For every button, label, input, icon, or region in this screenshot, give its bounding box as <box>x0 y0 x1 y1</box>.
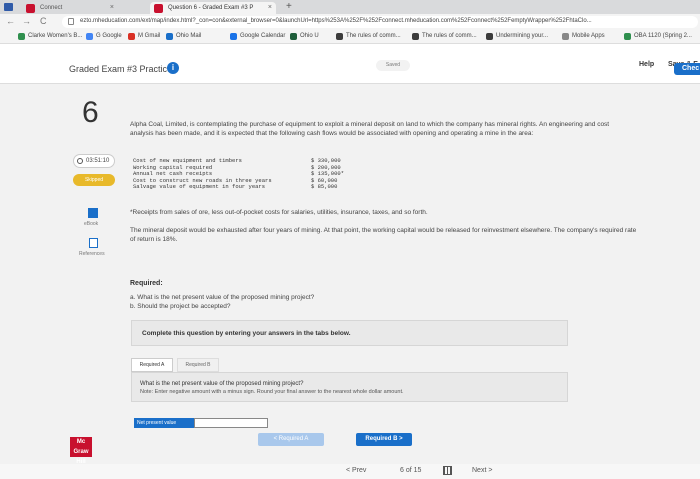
cash-flow-table: Cost of new equipment and timbers $ 330,0… <box>133 157 353 191</box>
timer: 03:51:10 <box>73 154 115 168</box>
tab-required-b[interactable]: Required B <box>177 358 219 372</box>
bookmark-item[interactable]: OBA 1120 (Spring 2... <box>624 33 692 40</box>
check-my-work-button[interactable]: Chec <box>674 63 700 75</box>
window-icon <box>4 3 13 11</box>
bookmark-item[interactable]: Clarke Women's B... <box>18 33 83 40</box>
back-arrow-icon[interactable]: ← <box>6 16 15 26</box>
skipped-badge: Skipped <box>73 174 115 186</box>
bookmark-label: Ohio U <box>300 33 319 39</box>
connect-favicon-icon <box>26 4 35 13</box>
tab-required-a[interactable]: Required A <box>131 358 173 372</box>
exam-header: Graded Exam #3 Practice i Saved Help Sav… <box>0 44 700 84</box>
bookmark-icon <box>562 33 569 40</box>
ebook-label[interactable]: eBook <box>84 221 98 227</box>
question-grid-icon[interactable] <box>443 466 452 475</box>
bookmark-label: Ohio Mail <box>176 33 202 39</box>
bookmark-item[interactable]: Mobile Apps <box>562 33 605 40</box>
bookmark-item[interactable]: M Gmail <box>128 33 161 40</box>
bookmark-label: OBA 1120 (Spring 2... <box>634 33 692 39</box>
bookmark-icon <box>86 33 93 40</box>
ebook-icon[interactable] <box>88 208 98 218</box>
page-total: 15 <box>413 467 422 474</box>
page-current: 6 <box>400 467 404 474</box>
required-b-text: b. Should the project be accepted? <box>130 303 231 310</box>
info-icon[interactable]: i <box>167 62 179 74</box>
bookmark-label: Google Calendar <box>240 33 286 39</box>
bookmark-item[interactable]: Ohio U <box>290 33 319 40</box>
answer-question-text: What is the net present value of the pro… <box>140 381 304 387</box>
answer-panel: What is the net present value of the pro… <box>131 372 568 402</box>
reload-icon[interactable]: C <box>40 16 47 26</box>
bookmark-item[interactable]: The rules of comm... <box>336 33 401 40</box>
npv-label: Net present value <box>134 418 194 428</box>
mcgraw-hill-logo: Mc Graw Hill <box>70 437 92 465</box>
next-question-button[interactable]: Next > <box>472 467 492 474</box>
url-text: ezto.mheducation.com/ext/map/index.html?… <box>80 18 592 24</box>
bookmark-item[interactable]: Undermining your... <box>486 33 549 40</box>
page-indicator: 6 of 15 <box>400 467 421 474</box>
bookmark-icon <box>624 33 631 40</box>
tab-label: Question 6 - Graded Exam #3 P <box>168 5 254 11</box>
saved-status: Saved <box>376 60 410 71</box>
close-tab-icon[interactable]: × <box>110 4 114 11</box>
references-icon[interactable] <box>89 238 98 248</box>
bookmark-item[interactable]: The rules of comm... <box>412 33 477 40</box>
bookmark-item[interactable]: Google Calendar <box>230 33 286 40</box>
bookmarks-bar: Clarke Women's B... G Google M Gmail Ohi… <box>0 30 700 44</box>
lock-icon <box>68 18 74 25</box>
bookmark-icon <box>230 33 237 40</box>
cash-flow-footnote: *Receipts from sales of ore, less out-of… <box>130 209 428 216</box>
next-required-button[interactable]: Required B > <box>356 433 412 446</box>
references-label[interactable]: References <box>79 251 105 257</box>
browser-tab-question[interactable]: Question 6 - Graded Exam #3 P × <box>150 2 276 14</box>
timer-value: 03:51:10 <box>86 158 110 164</box>
tab-label: Connect <box>40 5 63 11</box>
bookmark-icon <box>486 33 493 40</box>
previous-required-button[interactable]: < Required A <box>258 433 324 446</box>
close-tab-icon[interactable]: × <box>268 4 272 11</box>
bookmark-item[interactable]: G Google <box>86 33 122 40</box>
table-row: Salvage value of equipment in four years… <box>133 183 353 191</box>
forward-arrow-icon[interactable]: → <box>22 16 31 26</box>
npv-input[interactable] <box>194 418 268 428</box>
question-number: 6 <box>82 96 99 129</box>
url-field[interactable]: ezto.mheducation.com/ext/map/index.html?… <box>62 16 698 28</box>
bookmark-icon <box>336 33 343 40</box>
bookmark-label: M Gmail <box>138 33 161 39</box>
exam-title: Graded Exam #3 Practice <box>69 64 173 74</box>
cash-flow-amount: $ 85,000 <box>311 183 338 190</box>
instruction-box: Complete this question by entering your … <box>131 320 568 346</box>
new-tab-icon[interactable]: + <box>286 1 292 12</box>
bookmark-label: Clarke Women's B... <box>28 33 83 39</box>
bookmark-label: The rules of comm... <box>346 33 401 39</box>
footer-nav: < Prev 6 of 15 Next > <box>0 464 700 479</box>
required-heading: Required: <box>130 280 163 287</box>
browser-tab-connect[interactable]: Connect × <box>22 2 118 14</box>
browser-tab-bar: Connect × Question 6 - Graded Exam #3 P … <box>0 0 700 14</box>
cash-flow-label: Salvage value of equipment in four years <box>133 183 266 190</box>
bookmark-icon <box>290 33 297 40</box>
question-intro: Alpha Coal, Limited, is contemplating th… <box>130 121 610 137</box>
prev-question-button[interactable]: < Prev <box>346 467 366 474</box>
bookmark-label: The rules of comm... <box>422 33 477 39</box>
bookmark-icon <box>128 33 135 40</box>
instruction-text: Complete this question by entering your … <box>142 330 351 337</box>
exam-favicon-icon <box>154 4 163 13</box>
bookmark-label: G Google <box>96 33 122 39</box>
bookmark-label: Undermining your... <box>496 33 549 39</box>
bookmark-item[interactable]: Ohio Mail <box>166 33 202 40</box>
page-of: of <box>405 467 412 474</box>
question-paragraph-2: The mineral deposit would be exhausted a… <box>130 227 637 243</box>
help-link[interactable]: Help <box>639 61 654 68</box>
bookmark-icon <box>412 33 419 40</box>
answer-note: Note: Enter negative amount with a minus… <box>140 389 404 395</box>
bookmark-icon <box>18 33 25 40</box>
clock-icon <box>77 158 83 164</box>
bookmark-icon <box>166 33 173 40</box>
bookmark-label: Mobile Apps <box>572 33 605 39</box>
address-bar-row: ← → C ezto.mheducation.com/ext/map/index… <box>0 14 700 30</box>
required-a-text: a. What is the net present value of the … <box>130 294 315 301</box>
